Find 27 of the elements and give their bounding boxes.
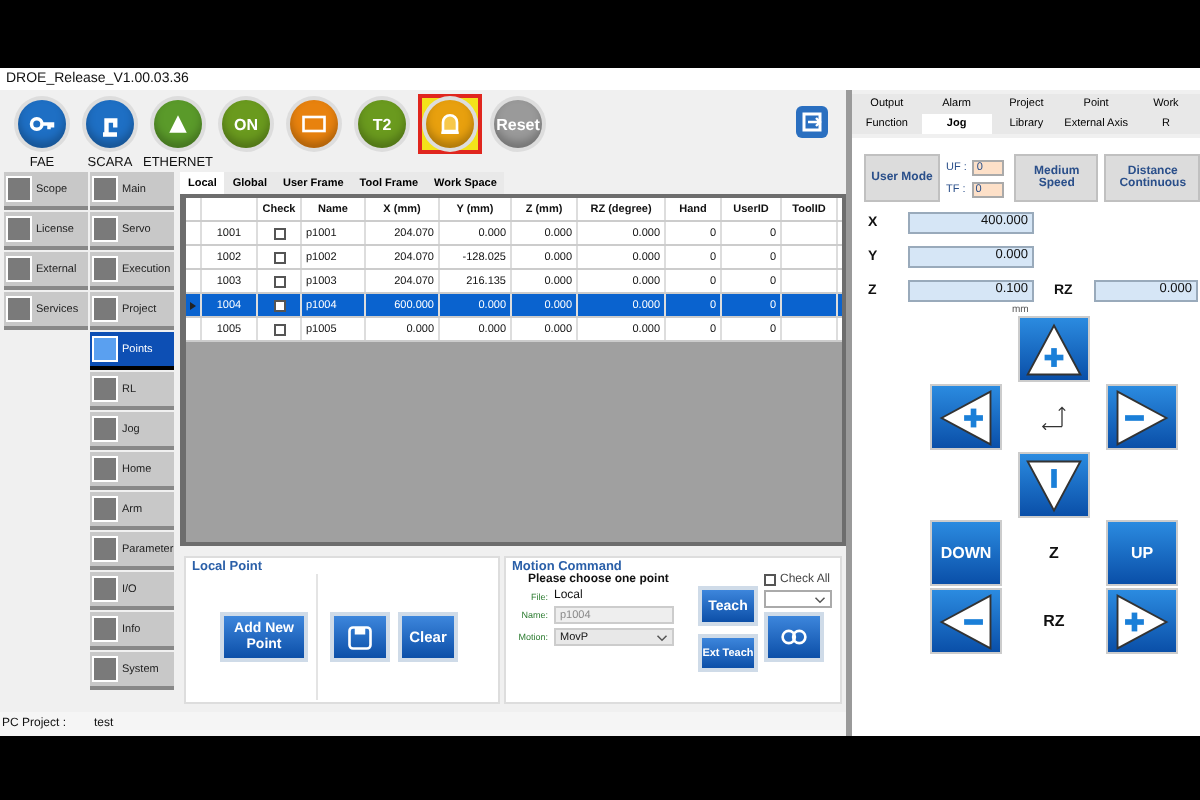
axis-label: RZ <box>1041 610 1067 634</box>
jog-button[interactable] <box>930 588 1002 654</box>
checkbox[interactable] <box>273 323 285 335</box>
checkbox[interactable] <box>273 251 285 263</box>
jog-button[interactable] <box>1018 316 1090 382</box>
caret-icon <box>656 633 668 641</box>
axis-label: Z <box>1047 542 1061 566</box>
checkbox[interactable] <box>273 275 285 287</box>
save-button[interactable] <box>330 612 390 662</box>
link-button[interactable] <box>764 612 824 662</box>
compass-icon <box>164 110 192 138</box>
checkbox[interactable] <box>273 299 285 311</box>
jog-button[interactable] <box>1018 452 1090 518</box>
current-row-icon <box>190 301 196 309</box>
lamp-icon <box>436 110 464 138</box>
jog-button[interactable]: UP <box>1106 520 1178 586</box>
jog-button[interactable] <box>930 384 1002 450</box>
card-icon <box>300 110 328 138</box>
jog-button[interactable]: DOWN <box>930 520 1002 586</box>
jog-button[interactable] <box>1106 384 1178 450</box>
toolbar-button[interactable] <box>418 94 482 154</box>
exit-icon[interactable] <box>794 104 830 140</box>
caret-icon <box>814 595 826 603</box>
axes-icon <box>1038 404 1070 430</box>
checkbox[interactable] <box>273 227 285 239</box>
jog-button[interactable] <box>1106 588 1178 654</box>
chain-link-icon <box>780 628 808 646</box>
